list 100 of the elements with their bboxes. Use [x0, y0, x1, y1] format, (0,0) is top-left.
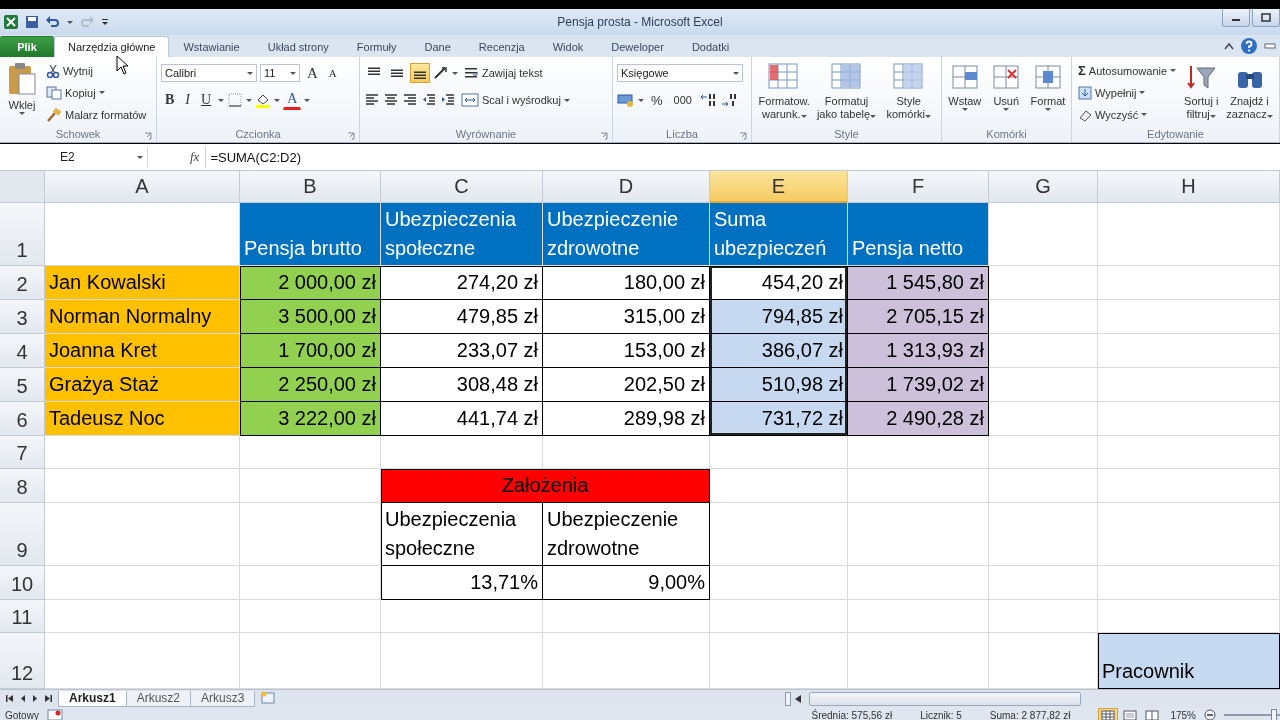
increase-indent-icon[interactable] [440, 92, 456, 108]
column-header[interactable]: E [710, 171, 848, 203]
zoom-out-icon[interactable] [1204, 709, 1216, 720]
sheet-cell[interactable]: 2 250,00 zł [240, 368, 381, 402]
sheet-cell[interactable]: 794,85 zł [710, 300, 848, 334]
decrease-decimal-icon[interactable] [719, 92, 738, 108]
wrap-text-button[interactable]: Zawijaj tekst [461, 62, 545, 84]
currency-icon[interactable] [617, 92, 635, 108]
ribbon-tab[interactable]: Recenzja [464, 36, 539, 57]
sheet-cell[interactable]: Jan Kowalski [45, 266, 240, 300]
sheet-cell[interactable]: 731,72 zł [710, 402, 848, 436]
minimize-window-icon[interactable] [1264, 41, 1276, 51]
row-header[interactable]: 6 [0, 402, 45, 436]
next-sheet-icon[interactable] [32, 694, 38, 703]
macro-record-icon[interactable] [46, 709, 63, 720]
sort-filter-button[interactable]: Sortuj i filtruj [1182, 60, 1221, 126]
clear-button[interactable]: Wyczyść [1076, 104, 1179, 125]
underline-button[interactable]: U [197, 90, 216, 110]
scroll-left-icon[interactable] [793, 693, 803, 704]
sheet-tab[interactable]: Arkusz3 [190, 690, 256, 707]
sheet-cell[interactable]: 3 222,00 zł [240, 402, 381, 436]
autosum-button[interactable]: Σ Autosumowanie [1076, 60, 1179, 81]
row-header[interactable]: 9 [0, 503, 45, 566]
sheet-cell[interactable]: 274,20 zł [381, 266, 543, 300]
align-center-icon[interactable] [383, 92, 399, 108]
percent-button[interactable]: % [647, 90, 667, 110]
dialog-launcher-icon[interactable] [347, 132, 355, 140]
sheet-tab[interactable]: Arkusz2 [125, 690, 192, 707]
sheet-cell[interactable]: Ubezpieczenie zdrowotne [543, 203, 710, 266]
sheet-cell[interactable]: 233,07 zł [381, 334, 543, 368]
sheet-cell[interactable]: 3 500,00 zł [240, 300, 381, 334]
ribbon-tab[interactable]: Dodatki [677, 36, 744, 57]
sheet-cell[interactable]: 1 313,93 zł [848, 334, 989, 368]
column-header[interactable]: G [989, 171, 1098, 203]
customize-menu-icon[interactable] [101, 17, 109, 27]
ribbon-tab[interactable]: Układ strony [253, 36, 343, 57]
copy-button[interactable]: Kopiuj [44, 82, 149, 103]
bold-button[interactable]: B [161, 90, 179, 110]
previous-sheet-icon[interactable] [20, 694, 26, 703]
decrease-indent-icon[interactable] [421, 92, 437, 108]
mouse-cursor-icon[interactable] [116, 55, 130, 75]
sheet-cell[interactable]: 510,98 zł [710, 368, 848, 402]
sheet-cell[interactable]: 315,00 zł [543, 300, 710, 334]
paste-button[interactable]: Wklej [4, 60, 40, 126]
sheet-cell[interactable]: Tadeusz Noc [45, 402, 240, 436]
column-header[interactable]: D [543, 171, 710, 203]
row-header[interactable]: 5 [0, 368, 45, 402]
column-header[interactable]: C [381, 171, 543, 203]
dialog-launcher-icon[interactable] [144, 132, 152, 140]
shrink-font-button[interactable]: A [324, 63, 341, 83]
sheet-cell[interactable]: 1 545,80 zł [848, 266, 989, 300]
undo-icon[interactable] [45, 15, 61, 29]
split-handle-icon[interactable] [785, 691, 791, 706]
excel-icon[interactable] [3, 14, 19, 30]
row-header[interactable]: 4 [0, 334, 45, 368]
italic-button[interactable]: I [181, 90, 194, 110]
first-sheet-icon[interactable] [6, 694, 14, 703]
collapse-ribbon-icon[interactable] [1224, 42, 1234, 50]
sheet-cell[interactable]: 180,00 zł [543, 266, 710, 300]
insert-function-button[interactable]: fx [190, 149, 200, 165]
cells-button[interactable]: Wstaw [946, 60, 984, 126]
row-header[interactable]: 2 [0, 266, 45, 300]
grow-font-button[interactable]: A [303, 63, 322, 83]
dialog-launcher-icon[interactable] [600, 132, 608, 140]
sheet-cell[interactable]: Pensja brutto [240, 203, 381, 266]
sheet-cell[interactable]: 454,20 zł [710, 266, 848, 300]
cells-button[interactable]: Format [1029, 60, 1067, 126]
select-all-button[interactable] [0, 171, 45, 203]
column-header[interactable]: F [848, 171, 989, 203]
style-button[interactable]: Formatow. warunk. [756, 60, 813, 126]
sheet-cell[interactable]: 2 705,15 zł [848, 300, 989, 334]
style-button[interactable]: Formatuj jako tabelę [816, 60, 877, 126]
sheet-cell[interactable]: 9,00% [543, 566, 710, 600]
font-name-field[interactable]: Calibri [161, 64, 257, 82]
row-header[interactable]: 3 [0, 300, 45, 334]
normal-view-button[interactable] [1098, 708, 1119, 720]
sheet-cell[interactable]: Pensja netto [848, 203, 989, 266]
align-left-icon[interactable] [364, 92, 380, 108]
thousands-separator-button[interactable]: 000 [669, 90, 696, 110]
ribbon-tab[interactable]: Dane [410, 36, 465, 57]
sheet-cell[interactable]: 1 700,00 zł [240, 334, 381, 368]
last-sheet-icon[interactable] [44, 694, 52, 703]
sheet-cell[interactable]: 2 000,00 zł [240, 266, 381, 300]
sheet-cell[interactable]: 441,74 zł [381, 402, 543, 436]
redo-icon[interactable] [79, 15, 95, 29]
sheet-cell[interactable]: 289,98 zł [543, 402, 710, 436]
ribbon-tab[interactable]: Plik [0, 36, 54, 57]
sheet-cell[interactable]: Ubezpieczenia społeczne [381, 503, 543, 566]
ribbon-tab[interactable]: Widok [538, 36, 598, 57]
maximize-button[interactable] [1252, 9, 1280, 27]
fill-color-icon[interactable] [255, 92, 272, 108]
column-header[interactable]: A [45, 171, 240, 203]
dialog-launcher-icon[interactable] [739, 132, 747, 140]
sheet-cell[interactable]: Ubezpieczenia społeczne [381, 203, 543, 266]
sheet-cell[interactable]: 13,71% [381, 566, 543, 600]
row-header[interactable]: 7 [0, 436, 45, 469]
sheet-cell[interactable]: 1 739,02 zł [848, 368, 989, 402]
row-header[interactable]: 11 [0, 600, 45, 633]
row-header[interactable]: 10 [0, 566, 45, 600]
sheet-cell[interactable]: 153,00 zł [543, 334, 710, 368]
